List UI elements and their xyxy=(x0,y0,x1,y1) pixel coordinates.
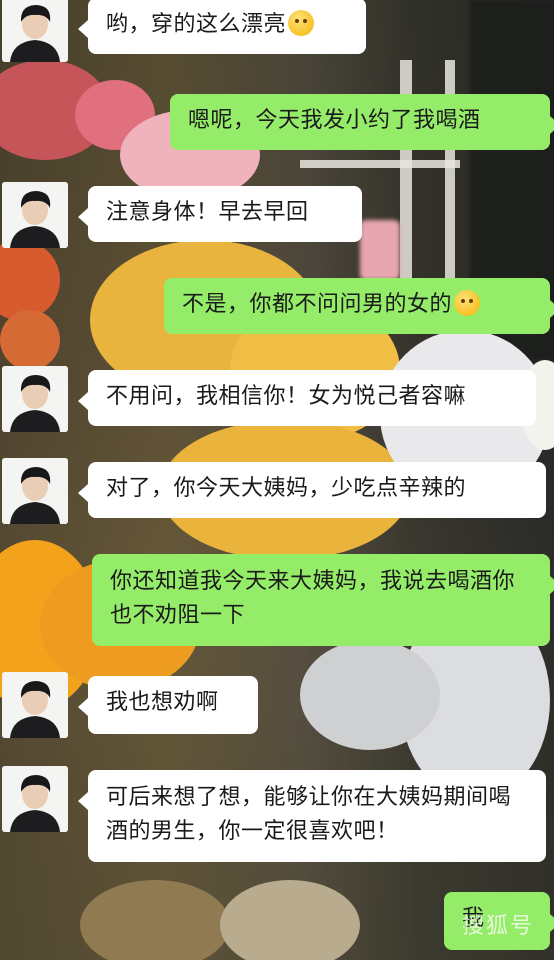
message-bubble: 对了，你今天大姨妈，少吃点辛辣的 xyxy=(78,462,546,518)
avatar-portrait-icon xyxy=(2,766,68,832)
message-bubble: 不是，你都不问问男的女的 xyxy=(164,278,554,334)
dizzy-face-emoji-icon xyxy=(288,10,315,36)
avatar[interactable] xyxy=(2,182,68,248)
message-bubble: 我也想劝啊 xyxy=(78,676,258,734)
message-bubble: 可后来想了想，能够让你在大姨妈期间喝酒的男生，你一定很喜欢吧！ xyxy=(78,770,546,862)
message-text: 注意身体！早去早回 xyxy=(106,200,309,225)
message-text: 哟，穿的这么漂亮 xyxy=(106,12,287,37)
avatar-portrait-icon xyxy=(2,182,68,248)
avatar[interactable] xyxy=(2,766,68,832)
avatar[interactable] xyxy=(2,366,68,432)
message-bubble: 你还知道我今天来大姨妈，我说去喝酒你也不劝阻一下 xyxy=(92,554,554,646)
avatar-portrait-icon xyxy=(2,672,68,738)
message-text: 你还知道我今天来大姨妈，我说去喝酒你也不劝阻一下 xyxy=(110,569,516,628)
message-text: 嗯呢，今天我发小约了我喝酒 xyxy=(188,108,481,133)
avatar-portrait-icon xyxy=(2,366,68,432)
message-text: 不是，你都不问问男的女的 xyxy=(182,292,453,317)
message-text: 可后来想了想，能够让你在大姨妈期间喝酒的男生，你一定很喜欢吧！ xyxy=(106,785,512,844)
message-bubble: 嗯呢，今天我发小约了我喝酒 xyxy=(170,94,554,150)
message-bubble: 哟，穿的这么漂亮 xyxy=(78,0,366,54)
avatar[interactable] xyxy=(2,672,68,738)
avatar-portrait-icon xyxy=(2,458,68,524)
avatar[interactable] xyxy=(2,0,68,62)
message-text: 不用问，我相信你！女为悦己者容嘛 xyxy=(106,384,467,409)
avatar-portrait-icon xyxy=(2,0,68,62)
pouting-face-emoji-icon xyxy=(454,290,481,316)
message-text: 对了，你今天大姨妈，少吃点辛辣的 xyxy=(106,476,467,501)
watermark-text: 搜狐号 xyxy=(461,914,534,939)
message-bubble: 不用问，我相信你！女为悦己者容嘛 xyxy=(78,370,536,426)
avatar[interactable] xyxy=(2,458,68,524)
message-text: 我也想劝啊 xyxy=(106,690,219,715)
message-bubble: 注意身体！早去早回 xyxy=(78,186,362,242)
